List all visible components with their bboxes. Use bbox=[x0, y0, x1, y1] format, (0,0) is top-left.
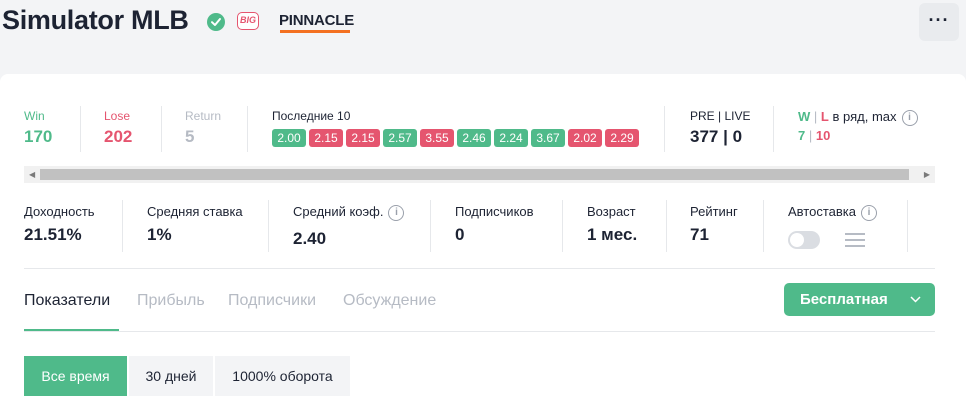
divider bbox=[664, 106, 665, 152]
section-divider bbox=[24, 268, 935, 269]
yield-value: 21.51% bbox=[24, 225, 82, 244]
rating-value: 71 bbox=[690, 225, 709, 244]
win-value: 170 bbox=[24, 127, 53, 146]
yield-metric: Доходность 21.51% bbox=[24, 204, 95, 245]
divider bbox=[666, 200, 667, 252]
info-icon[interactable]: i bbox=[901, 109, 918, 126]
streak-w-value: 7 bbox=[798, 127, 806, 143]
result-chip: 3.55 bbox=[420, 129, 454, 147]
streak-label: W | L в ряд, max i bbox=[798, 109, 918, 126]
avg-odds-metric: Средний коэф. i 2.40 bbox=[293, 204, 405, 249]
info-icon[interactable]: i bbox=[860, 204, 877, 221]
verified-icon bbox=[207, 13, 225, 31]
divider bbox=[122, 200, 123, 252]
result-chip: 2.24 bbox=[494, 129, 528, 147]
rating-label: Рейтинг bbox=[690, 204, 738, 219]
subscribers-metric: Подписчиков 0 bbox=[455, 204, 534, 245]
scroll-thumb[interactable] bbox=[40, 169, 909, 180]
streak-values-sep: | bbox=[808, 127, 813, 143]
lose-value: 202 bbox=[104, 127, 133, 146]
horizontal-scrollbar[interactable]: ◀ ▶ bbox=[24, 166, 935, 183]
result-chip: 2.15 bbox=[346, 129, 380, 147]
result-chip: 2.46 bbox=[457, 129, 491, 147]
list-icon[interactable] bbox=[845, 231, 865, 249]
avg-stake-label: Средняя ставка bbox=[147, 204, 243, 219]
big-badge: BIG bbox=[237, 12, 259, 30]
divider bbox=[268, 200, 269, 252]
tab-profit[interactable]: Прибыль bbox=[137, 292, 205, 310]
last-10-results: Последние 10 2.00 2.15 2.15 2.57 3.55 2.46 2.2… bbox=[272, 109, 639, 147]
result-chip: 2.02 bbox=[568, 129, 602, 147]
rating-metric: Рейтинг 71 bbox=[690, 204, 738, 245]
streak-stat: W | L в ряд, max i 7 | 10 bbox=[798, 109, 918, 143]
divider bbox=[161, 106, 162, 152]
pre-live-stat: PRE | LIVE 377 | 0 bbox=[690, 109, 750, 147]
last-10-chips: 2.00 2.15 2.15 2.57 3.55 2.46 2.24 3.67 2.02 2.29 bbox=[272, 129, 639, 147]
period-all-time-button[interactable]: Все время bbox=[24, 356, 127, 396]
divider bbox=[247, 106, 248, 152]
period-1000-turnover-button[interactable]: 1000% оборота bbox=[215, 356, 350, 396]
tab-discussion[interactable]: Обсуждение bbox=[343, 292, 436, 310]
lose-stat: Lose 202 bbox=[104, 109, 132, 147]
streak-sep: | bbox=[813, 109, 818, 124]
avg-stake-metric: Средняя ставка 1% bbox=[147, 204, 243, 245]
streak-w: W bbox=[798, 109, 811, 124]
streak-l: L bbox=[820, 109, 829, 124]
result-chip: 2.29 bbox=[605, 129, 639, 147]
streak-l-value: 10 bbox=[815, 127, 831, 143]
chevron-down-icon bbox=[910, 283, 921, 329]
subscribers-value: 0 bbox=[455, 225, 465, 244]
divider bbox=[773, 106, 774, 152]
return-label: Return bbox=[185, 109, 222, 123]
result-chip: 3.67 bbox=[531, 129, 565, 147]
last-10-label: Последние 10 bbox=[272, 109, 351, 123]
autobet-row: Автоставка i bbox=[788, 204, 877, 221]
subscribers-label: Подписчиков bbox=[455, 204, 534, 219]
plan-select-button[interactable]: Бесплатная bbox=[784, 283, 935, 316]
divider bbox=[430, 200, 431, 252]
result-chip: 2.57 bbox=[383, 129, 417, 147]
divider bbox=[80, 106, 81, 152]
age-metric: Возраст 1 мес. bbox=[587, 204, 637, 245]
page-header: Simulator MLB BIG PINNACLE ··· bbox=[0, 0, 966, 50]
result-chip: 2.00 bbox=[272, 129, 306, 147]
autobet-label: Автоставка bbox=[788, 204, 856, 219]
return-stat: Return 5 bbox=[185, 109, 221, 147]
tab-subscribers[interactable]: Подписчики bbox=[228, 292, 316, 310]
pre-live-value: 377 | 0 bbox=[690, 127, 743, 146]
more-options-button[interactable]: ··· bbox=[919, 3, 959, 41]
autobet-toggle[interactable] bbox=[788, 231, 820, 249]
lose-label: Lose bbox=[104, 109, 131, 123]
period-30-days-button[interactable]: 30 дней bbox=[129, 356, 213, 396]
avg-odds-value: 2.40 bbox=[293, 228, 327, 248]
toggle-knob bbox=[790, 233, 804, 247]
win-stat: Win 170 bbox=[24, 109, 52, 147]
yield-label: Доходность bbox=[24, 204, 95, 219]
pre-live-label: PRE | LIVE bbox=[690, 109, 751, 123]
age-label: Возраст bbox=[587, 204, 636, 219]
bookmaker-logo-underline bbox=[280, 30, 350, 33]
streak-values: 7 | 10 bbox=[798, 128, 918, 143]
info-icon[interactable]: i bbox=[388, 204, 405, 221]
avg-odds-label: Средний коэф. bbox=[293, 204, 384, 219]
divider bbox=[562, 200, 563, 252]
win-label: Win bbox=[24, 109, 45, 123]
scroll-left-icon[interactable]: ◀ bbox=[29, 170, 35, 179]
autobet-metric: Автоставка i bbox=[788, 204, 877, 221]
scroll-right-icon[interactable]: ▶ bbox=[924, 170, 930, 179]
return-value: 5 bbox=[185, 127, 195, 146]
streak-label-rest: в ряд, max bbox=[828, 109, 897, 124]
avg-odds-row: Средний коэф. i bbox=[293, 204, 405, 221]
age-value: 1 мес. bbox=[587, 225, 638, 244]
page-title: Simulator MLB bbox=[2, 5, 189, 35]
tabs-divider bbox=[24, 331, 935, 332]
tab-indicators[interactable]: Показатели bbox=[24, 292, 110, 310]
plan-select-label: Бесплатная bbox=[800, 291, 888, 308]
result-chip: 2.15 bbox=[309, 129, 343, 147]
divider bbox=[763, 200, 764, 252]
divider bbox=[907, 200, 908, 252]
avg-stake-value: 1% bbox=[147, 225, 172, 244]
bookmaker-logo: PINNACLE bbox=[279, 12, 355, 29]
